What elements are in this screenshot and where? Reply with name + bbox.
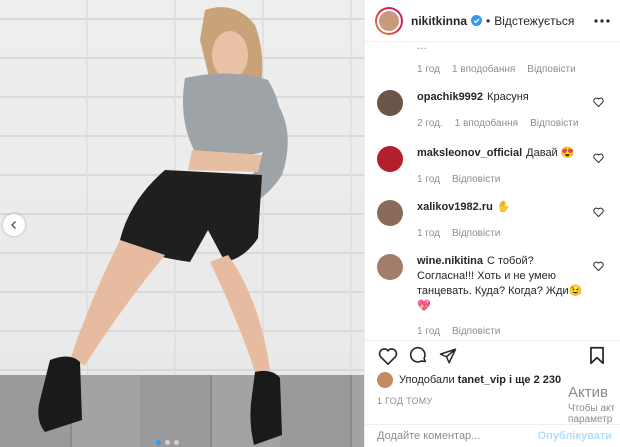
commenter-username[interactable]: maksleonov_official — [417, 147, 522, 159]
comment-time: 1 год — [417, 64, 440, 75]
liker-username[interactable]: tanet_vip — [458, 374, 506, 386]
comment-likes-count[interactable]: 1 вподобання — [452, 64, 515, 75]
comment-like-button[interactable] — [593, 94, 604, 112]
publish-button[interactable]: Опублікувати — [538, 430, 612, 442]
likes-summary: Уподобали tanet_vip і ще 2 230 — [377, 372, 612, 388]
post-timestamp[interactable]: 1 ГОД ТОМУ — [377, 396, 433, 406]
liker-avatar[interactable] — [377, 372, 393, 388]
carousel-dot — [174, 440, 179, 445]
carousel-dots — [156, 440, 179, 445]
comment-like-button[interactable] — [593, 150, 604, 168]
commenter-username[interactable]: xalikov1982.ru — [417, 201, 493, 213]
comment-item: opachik9992 Красуня 2 год. 1 вподобання В… — [377, 90, 610, 131]
comment-item: wine.nikitina С тобой? Согласна!!! Хоть и… — [377, 254, 610, 338]
comment-time: 2 год. — [417, 118, 443, 129]
comment-icon — [409, 346, 426, 363]
author-avatar[interactable] — [375, 6, 403, 35]
heart-icon — [593, 207, 604, 218]
reply-link[interactable]: Відповісти — [530, 116, 578, 131]
comment-time: 1 год — [417, 174, 440, 185]
photo-subject — [38, 7, 288, 445]
follow-status-button[interactable]: Відстежується — [494, 14, 574, 28]
comment-text: Красуня — [487, 91, 529, 103]
carousel-prev-button[interactable] — [3, 214, 25, 236]
comment-input[interactable] — [377, 430, 538, 442]
comment-meta: 1 год Відповісти — [417, 226, 610, 241]
truncated-comment-text: ... — [417, 42, 428, 52]
share-button[interactable] — [433, 341, 463, 371]
post-details-panel: nikitkinna • Відстежується ... 1 год 1 в… — [364, 0, 620, 447]
comment-like-button[interactable] — [593, 258, 604, 276]
comment-item: maksleonov_official Давай 😍 1 год Відпові… — [377, 146, 610, 187]
commenter-avatar[interactable] — [377, 254, 403, 280]
reply-link[interactable]: Відповісти — [452, 172, 500, 187]
heart-icon — [593, 97, 604, 108]
commenter-avatar[interactable] — [377, 146, 403, 172]
post-actions — [365, 340, 620, 370]
reply-link[interactable]: Відповісти — [452, 324, 500, 338]
comment-text: ✋ — [496, 201, 511, 213]
heart-icon — [593, 153, 604, 164]
commenter-username[interactable]: wine.nikitina — [417, 255, 483, 267]
comment-text: Давай 😍 — [526, 147, 575, 159]
comment-meta: 1 год Відповісти — [417, 172, 610, 187]
post-photo[interactable] — [0, 0, 364, 447]
more-options-button[interactable] — [594, 18, 610, 23]
like-button[interactable] — [373, 341, 403, 371]
heart-icon — [593, 261, 604, 272]
comment-like-button[interactable] — [593, 204, 604, 222]
carousel-dot — [156, 440, 161, 445]
comment-meta: 1 год 1 вподобання Відповісти — [417, 64, 576, 75]
save-button[interactable] — [582, 341, 612, 371]
likes-prefix: Уподобали — [399, 374, 455, 386]
comment-item: xalikov1982.ru ✋ 1 год Відповісти — [377, 200, 610, 241]
comment-meta: 2 год. 1 вподобання Відповісти — [417, 116, 610, 131]
comment-time: 1 год — [417, 326, 440, 337]
reply-link[interactable]: Відповісти — [527, 64, 575, 75]
commenter-avatar[interactable] — [377, 90, 403, 116]
comment-button[interactable] — [403, 341, 433, 371]
verified-badge-icon — [471, 15, 483, 26]
more-horizontal-icon — [594, 18, 610, 23]
heart-icon — [378, 347, 398, 365]
separator: • — [486, 13, 491, 28]
commenter-username[interactable]: opachik9992 — [417, 91, 483, 103]
likes-count[interactable]: і ще 2 230 — [509, 374, 561, 386]
comment-likes-count[interactable]: 1 вподобання — [455, 116, 518, 131]
comment-meta: 1 год Відповісти — [417, 324, 588, 338]
add-comment-bar: Опублікувати — [365, 424, 620, 447]
commenter-avatar[interactable] — [377, 200, 403, 226]
comment-time: 1 год — [417, 228, 440, 239]
bookmark-icon — [590, 346, 604, 365]
author-username[interactable]: nikitkinna — [411, 14, 467, 28]
comments-list[interactable]: ... 1 год 1 вподобання Відповісти opachi… — [365, 42, 620, 338]
carousel-dot — [165, 440, 170, 445]
reply-link[interactable]: Відповісти — [452, 226, 500, 241]
post-header: nikitkinna • Відстежується — [365, 0, 620, 42]
chevron-left-icon — [11, 221, 16, 229]
paper-plane-icon — [439, 348, 457, 363]
